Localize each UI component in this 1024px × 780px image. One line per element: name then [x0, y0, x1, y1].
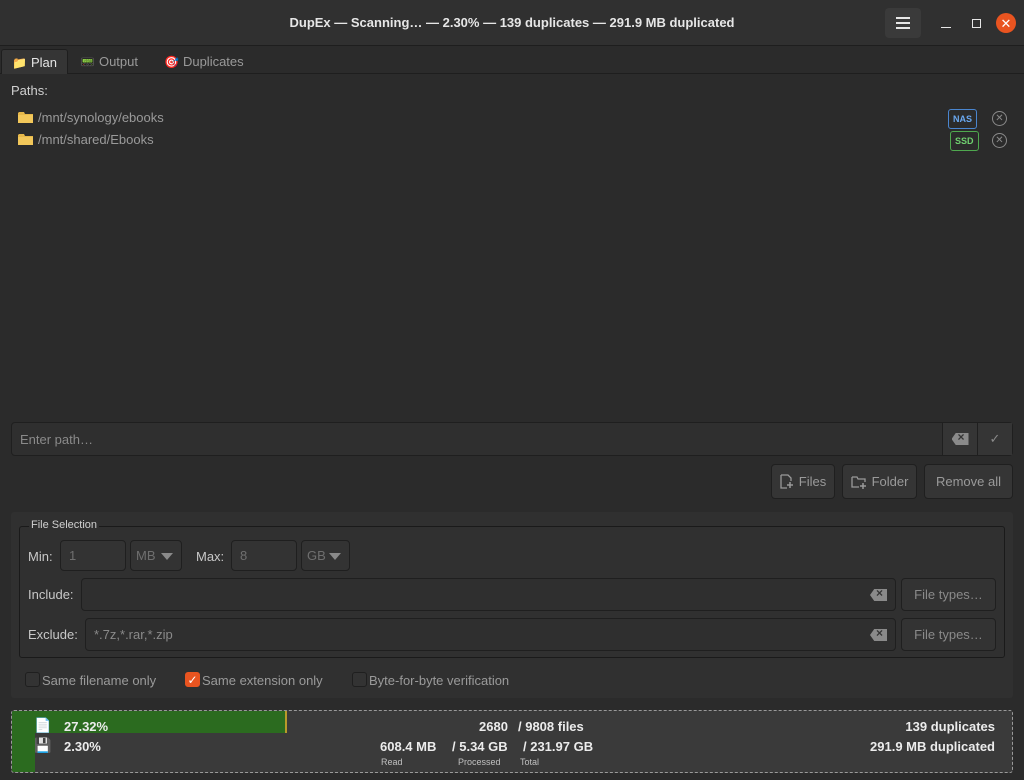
tab-label: Output [98, 54, 138, 69]
bytes-read: 608.4 MB [380, 739, 437, 754]
folder-icon [18, 112, 33, 123]
minimize-button[interactable] [930, 9, 962, 37]
tab-duplicates[interactable]: 🎯 Duplicates [154, 49, 254, 74]
max-unit-value: GB [307, 548, 326, 563]
files-done: 2680 [479, 719, 508, 734]
max-value: 8 [240, 548, 248, 563]
ssd-badge: SSD [950, 131, 979, 151]
tab-label: Duplicates [182, 54, 244, 69]
chevron-down-icon [329, 553, 341, 560]
path-item[interactable]: /mnt/synology/ebooks NAS ✕ [18, 109, 1013, 130]
duplicated-size: 291.9 MB duplicated [870, 739, 995, 754]
checkmark-icon: ✓ [185, 672, 200, 687]
max-unit-select[interactable]: GB [301, 540, 350, 571]
clear-exclude-icon[interactable] [870, 629, 887, 641]
bytes-total: / 231.97 GB [523, 739, 594, 754]
scan-status-panel: 📄 27.32% 💾 2.30% 2680 / 9808 files 608.4… [11, 710, 1013, 773]
min-size-input[interactable]: 1 [60, 540, 126, 571]
path-item[interactable]: /mnt/shared/Ebooks SSD ✕ [18, 131, 1013, 152]
include-file-types-button[interactable]: File types… [901, 578, 996, 611]
checkbox-label: Byte-for-byte verification [369, 673, 510, 688]
min-unit-value: MB [136, 548, 156, 563]
checkbox-label: Same filename only [42, 673, 157, 688]
remove-all-label: Remove all [935, 474, 1002, 489]
checkbox-box [25, 672, 40, 687]
files-label: Files [798, 474, 827, 489]
remove-all-button[interactable]: Remove all [924, 464, 1013, 499]
path-input[interactable] [12, 423, 942, 455]
tab-label: Plan [30, 55, 57, 70]
clear-path-button[interactable] [942, 423, 977, 455]
min-label: Min: [28, 549, 53, 564]
tab-output[interactable]: 📟 Output [70, 49, 148, 74]
files-progress-bar [12, 711, 285, 733]
folder-icon [18, 134, 33, 145]
folder-icon: 📁 [12, 56, 27, 70]
maximize-icon [971, 18, 981, 28]
paths-label: Paths: [11, 83, 48, 98]
close-icon: ✕ [996, 13, 1016, 33]
add-path-button[interactable]: ✓ [977, 423, 1012, 455]
path-text: /mnt/shared/Ebooks [38, 132, 154, 147]
target-icon: 🎯 [164, 55, 179, 69]
bytes-processed: / 5.34 GB [452, 739, 508, 754]
disk-icon: 💾 [34, 737, 52, 753]
exclude-value: *.7z,*.rar,*.zip [94, 627, 173, 642]
close-button[interactable]: ✕ [990, 9, 1022, 37]
remove-path-icon[interactable]: ✕ [992, 133, 1007, 148]
files-total: / 9808 files [518, 719, 584, 734]
files-progress-marker [285, 711, 287, 733]
bytes-percent: 2.30% [64, 739, 101, 754]
max-size-input[interactable]: 8 [231, 540, 297, 571]
min-value: 1 [69, 548, 77, 563]
read-caption: Read [381, 757, 403, 767]
exclude-label: Exclude: [28, 627, 78, 642]
add-files-button[interactable]: Files [771, 464, 835, 499]
add-folder-icon [850, 475, 866, 489]
menu-button[interactable] [885, 8, 921, 38]
add-file-icon [780, 474, 793, 489]
path-entry: ✓ [11, 422, 1013, 456]
terminal-icon: 📟 [80, 55, 95, 69]
clear-include-icon[interactable] [870, 589, 887, 601]
tab-bar: 📁 Plan 📟 Output 🎯 Duplicates [0, 47, 1024, 74]
backspace-icon [951, 433, 969, 445]
file-icon: 📄 [34, 717, 52, 733]
files-percent: 27.32% [64, 719, 109, 734]
maximize-button[interactable] [960, 9, 992, 37]
duplicates-count: 139 duplicates [905, 719, 995, 734]
remove-path-icon[interactable]: ✕ [992, 111, 1007, 126]
include-input[interactable] [81, 578, 896, 611]
total-caption: Total [520, 757, 540, 767]
processed-caption: Processed [458, 757, 501, 767]
checkbox-box [352, 672, 367, 687]
window-title: DupEx — Scanning… — 2.30% — 139 duplicat… [289, 15, 735, 30]
exclude-file-types-button[interactable]: File types… [901, 618, 996, 651]
hamburger-icon [896, 17, 910, 29]
checkbox-label: Same extension only [202, 673, 323, 688]
tab-plan[interactable]: 📁 Plan [1, 49, 68, 74]
include-label: Include: [28, 587, 74, 602]
chevron-down-icon [161, 553, 173, 560]
folder-label: Folder [871, 474, 909, 489]
path-text: /mnt/synology/ebooks [38, 110, 164, 125]
max-label: Max: [196, 549, 225, 564]
exclude-input[interactable]: *.7z,*.rar,*.zip [85, 618, 896, 651]
min-unit-select[interactable]: MB [130, 540, 182, 571]
minimize-icon [941, 26, 951, 28]
file-selection-legend: File Selection [29, 519, 100, 531]
nas-badge: NAS [948, 109, 978, 129]
checkmark-icon: ✓ [989, 431, 1001, 446]
title-bar: DupEx — Scanning… — 2.30% — 139 duplicat… [0, 0, 1024, 46]
add-folder-button[interactable]: Folder [842, 464, 917, 499]
